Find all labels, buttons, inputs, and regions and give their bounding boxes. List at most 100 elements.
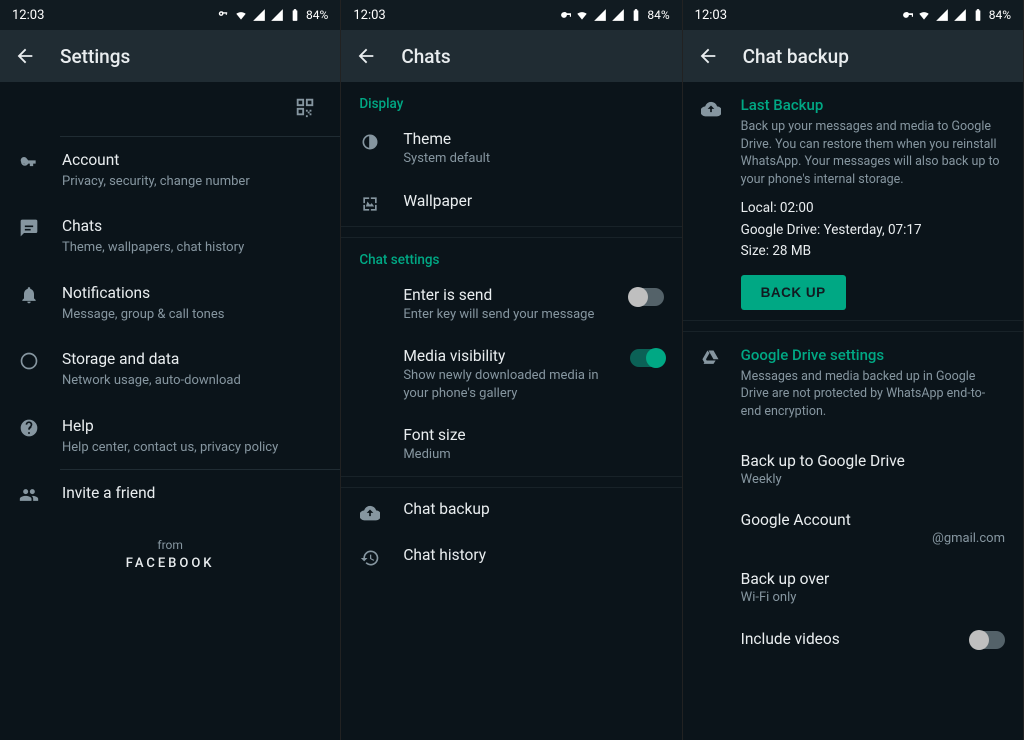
local-backup-line: Local: 02:00 [741,198,1005,220]
status-time: 12:03 [353,8,385,23]
invite-item[interactable]: Invite a friend [0,470,340,518]
display-section-header: Display [341,82,681,118]
item-title: Back up over [741,570,1005,588]
item-title: Media visibility [403,347,607,365]
item-title: Chat backup [403,500,663,518]
back-button[interactable] [14,45,36,67]
item-subtitle: Theme, wallpapers, chat history [62,239,324,257]
page-title: Chat backup [743,45,849,68]
qr-code-icon [294,96,316,118]
signal-icon [953,8,967,22]
status-right: 84% [557,8,669,22]
item-subtitle: Network usage, auto-download [62,372,324,390]
chat-history-item[interactable]: Chat history [341,534,681,580]
signal-icon [935,8,949,22]
wallpaper-icon [359,192,381,214]
backup-frequency-item[interactable]: Back up to Google Drive Weekly [683,440,1023,499]
cloud-upload-icon [359,500,381,522]
media-visibility-item[interactable]: Media visibility Show newly downloaded m… [341,335,681,414]
enter-is-send-toggle[interactable] [630,288,664,306]
status-battery: 84% [306,8,328,22]
item-subtitle: Message, group & call tones [62,306,324,324]
bell-icon [18,283,40,323]
wifi-icon [234,8,248,22]
status-time: 12:03 [12,8,44,23]
separator [341,226,681,238]
item-subtitle: Weekly [741,472,1005,487]
signal-icon [270,8,284,22]
back-button[interactable] [355,45,377,67]
vpn-key-icon [557,8,571,22]
theme-icon [359,130,381,152]
status-right: 84% [216,8,328,22]
settings-screen: 12:03 84% Settings Account Privacy, secu… [0,0,341,740]
item-title: Theme [403,130,663,148]
app-bar: Chats [341,30,681,82]
facebook-label: FACEBOOK [0,556,340,571]
signal-icon [611,8,625,22]
help-icon [18,416,40,456]
notifications-item[interactable]: Notifications Message, group & call tone… [0,270,340,336]
arrow-back-icon [355,45,377,67]
back-button[interactable] [697,45,719,67]
item-subtitle: Medium [403,446,663,464]
item-title: Back up to Google Drive [741,452,1005,470]
chat-settings-header: Chat settings [341,238,681,274]
item-title: Font size [403,426,663,444]
status-bar: 12:03 84% [683,0,1023,30]
page-title: Chats [401,45,450,68]
status-battery: 84% [989,8,1011,22]
help-item[interactable]: Help Help center, contact us, privacy po… [0,403,340,469]
chat-backup-content: Last Backup Back up your messages and me… [683,82,1023,740]
item-title: Wallpaper [403,192,663,210]
chat-backup-item[interactable]: Chat backup [341,488,681,534]
qr-row [0,82,340,136]
gdrive-backup-line: Google Drive: Yesterday, 07:17 [741,220,1005,242]
chats-settings-list: Display Theme System default Wallpaper C… [341,82,681,740]
from-facebook: from FACEBOOK [0,538,340,571]
item-title: Enter is send [403,286,607,304]
signal-icon [252,8,266,22]
settings-list: Account Privacy, security, change number… [0,82,340,740]
history-icon [359,546,381,568]
item-subtitle: Wi-Fi only [741,590,1005,605]
backup-button[interactable]: BACK UP [741,275,846,310]
enter-is-send-item[interactable]: Enter is send Enter key will send your m… [341,274,681,336]
signal-icon [593,8,607,22]
item-subtitle: Help center, contact us, privacy policy [62,439,324,457]
qr-button[interactable] [294,96,316,122]
item-subtitle: Privacy, security, change number [62,173,324,191]
item-title: Chats [62,216,324,237]
item-title: Chat history [403,546,663,564]
status-battery: 84% [647,8,669,22]
status-bar: 12:03 84% [341,0,681,30]
item-title: Invite a friend [62,483,324,504]
item-title: Include videos [741,630,959,648]
last-backup-block: Last Backup Back up your messages and me… [683,82,1023,320]
wifi-icon [575,8,589,22]
item-title: Google Account [741,511,1005,529]
google-drive-icon [701,346,723,431]
people-icon [18,483,40,505]
backup-over-item[interactable]: Back up over Wi-Fi only [683,558,1023,617]
storage-item[interactable]: Storage and data Network usage, auto-dow… [0,336,340,402]
page-title: Settings [60,45,130,68]
media-visibility-toggle[interactable] [630,349,664,367]
theme-item[interactable]: Theme System default [341,118,681,180]
google-account-item[interactable]: Google Account @gmail.com [683,499,1023,558]
chat-backup-screen: 12:03 84% Chat backup Last Backup Back u… [683,0,1024,740]
status-bar: 12:03 84% [0,0,340,30]
battery-icon [288,8,302,22]
data-usage-icon [18,349,40,389]
item-subtitle: @gmail.com [741,531,1005,546]
account-item[interactable]: Account Privacy, security, change number [0,137,340,203]
wallpaper-item[interactable]: Wallpaper [341,180,681,226]
chats-item[interactable]: Chats Theme, wallpapers, chat history [0,203,340,269]
include-videos-toggle[interactable] [971,631,1005,649]
include-videos-item[interactable]: Include videos [683,617,1023,661]
battery-icon [971,8,985,22]
gd-settings-title: Google Drive settings [741,346,1005,364]
battery-icon [629,8,643,22]
font-size-item[interactable]: Font size Medium [341,414,681,476]
google-drive-settings-block: Google Drive settings Messages and media… [683,332,1023,441]
